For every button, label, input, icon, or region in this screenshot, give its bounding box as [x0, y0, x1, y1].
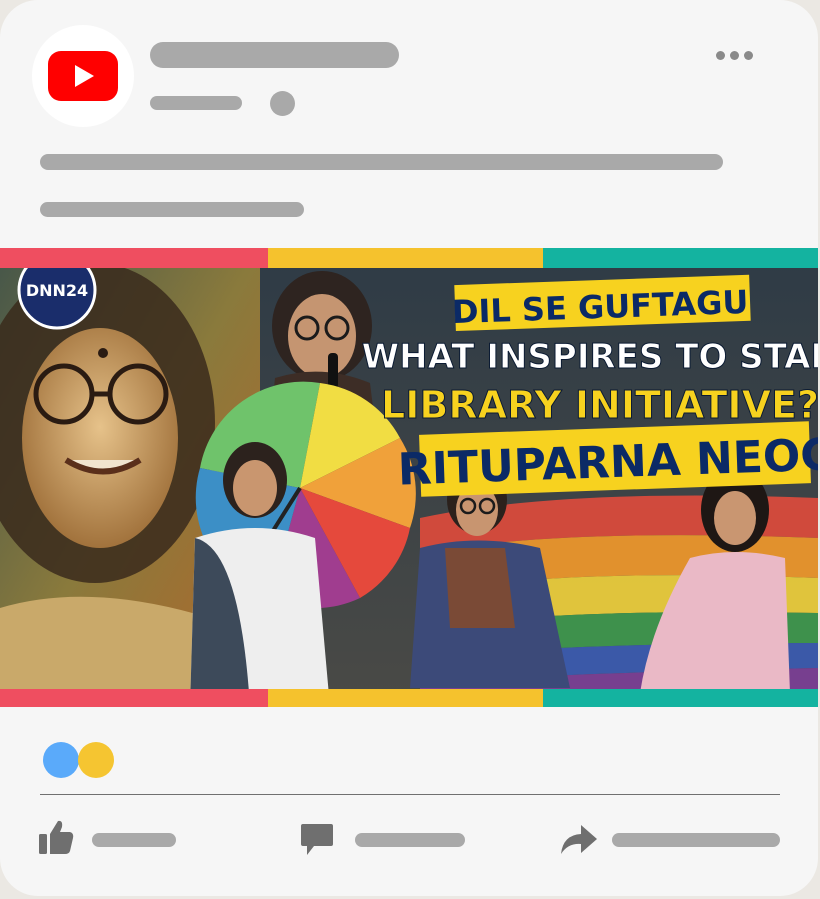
- reaction-like-circle[interactable]: [43, 742, 79, 778]
- caption-line-1: [40, 154, 723, 170]
- thumbs-up-icon: [39, 820, 74, 854]
- author-name-placeholder: [150, 42, 399, 68]
- like-button[interactable]: [38, 815, 183, 861]
- share-arrow-icon: [561, 825, 597, 854]
- youtube-icon: [48, 51, 118, 101]
- caption-line-2: [40, 202, 304, 217]
- comment-label-placeholder: [355, 833, 465, 847]
- privacy-dot: [270, 91, 295, 116]
- more-horizontal-icon: [716, 50, 725, 60]
- divider: [40, 794, 780, 795]
- channel-logo: DNN24: [26, 281, 88, 300]
- like-label-placeholder: [92, 833, 176, 847]
- video-thumbnail[interactable]: DNN24 DIL SE GUFTAGU WHAT INSPIRES TO ST…: [0, 248, 818, 707]
- title-line-2: WHAT INSPIRES TO START: [362, 337, 818, 377]
- share-label-placeholder: [612, 833, 780, 847]
- timestamp-placeholder: [150, 96, 242, 110]
- comment-icon: [301, 824, 333, 855]
- comment-button[interactable]: [300, 815, 470, 861]
- share-button[interactable]: [560, 815, 785, 861]
- more-options-button[interactable]: [716, 46, 760, 64]
- post-card: DNN24 DIL SE GUFTAGU WHAT INSPIRES TO ST…: [0, 0, 818, 896]
- title-line-3: LIBRARY INITIATIVE?: [381, 383, 818, 427]
- reaction-love-circle[interactable]: [78, 742, 114, 778]
